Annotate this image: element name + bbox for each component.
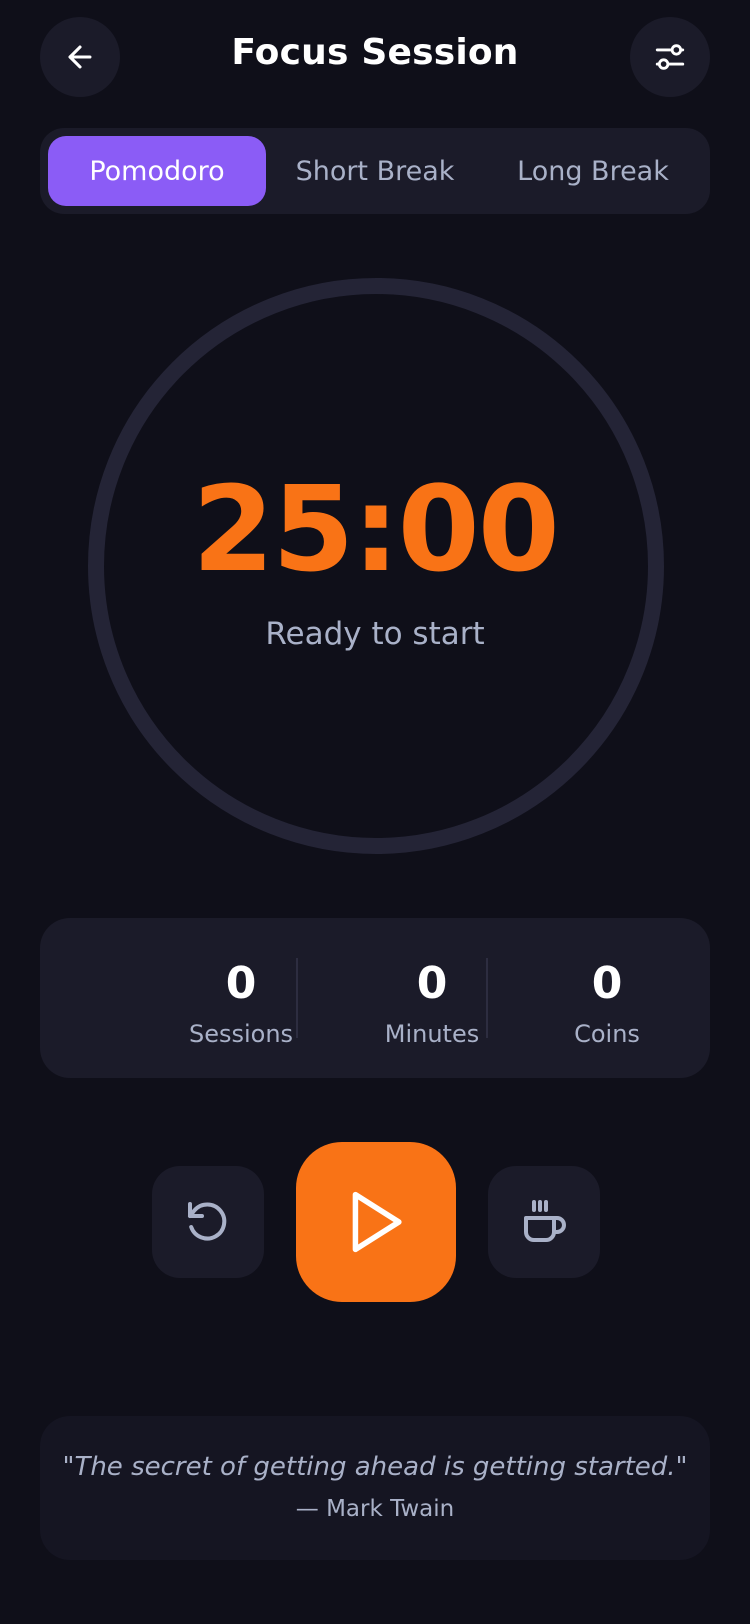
mode-tabs: Pomodoro Short Break Long Break — [40, 128, 710, 214]
stats-divider — [486, 958, 488, 1038]
take-break-button[interactable] — [488, 1166, 600, 1278]
play-icon — [352, 1191, 402, 1253]
stats-divider — [296, 958, 298, 1038]
quote-text: "The secret of getting ahead is getting … — [62, 1452, 688, 1482]
tab-long-break[interactable]: Long Break — [484, 136, 702, 206]
stat-coins-value: 0 — [591, 958, 623, 1009]
timer-status: Ready to start — [265, 616, 485, 652]
stat-coins-label: Coins — [574, 1020, 640, 1048]
quote-card: "The secret of getting ahead is getting … — [40, 1416, 710, 1560]
stat-minutes-label: Minutes — [384, 1020, 480, 1048]
stat-sessions-label: Sessions — [188, 1020, 294, 1048]
sliders-icon — [655, 44, 685, 70]
focus-session-screen: Focus Session Pomodoro Short Break Long … — [0, 0, 750, 1624]
rotate-ccw-icon — [188, 1202, 227, 1241]
stat-minutes: 0 Minutes — [337, 958, 527, 1049]
reset-button[interactable] — [152, 1166, 264, 1278]
tab-pomodoro[interactable]: Pomodoro — [48, 136, 266, 206]
play-button[interactable] — [296, 1142, 456, 1302]
coffee-icon — [524, 1200, 566, 1242]
settings-button[interactable] — [630, 17, 710, 97]
quote-author: — Mark Twain — [295, 1496, 455, 1522]
stat-sessions: 0 Sessions — [140, 958, 342, 1049]
timer-display: 25:00 — [192, 460, 560, 598]
stat-minutes-value: 0 — [416, 958, 448, 1009]
stat-sessions-value: 0 — [225, 958, 257, 1009]
stats-card: 0 Sessions 0 Minutes 0 Coins — [40, 918, 710, 1078]
stat-coins: 0 Coins — [527, 958, 687, 1049]
tab-short-break[interactable]: Short Break — [266, 136, 484, 206]
